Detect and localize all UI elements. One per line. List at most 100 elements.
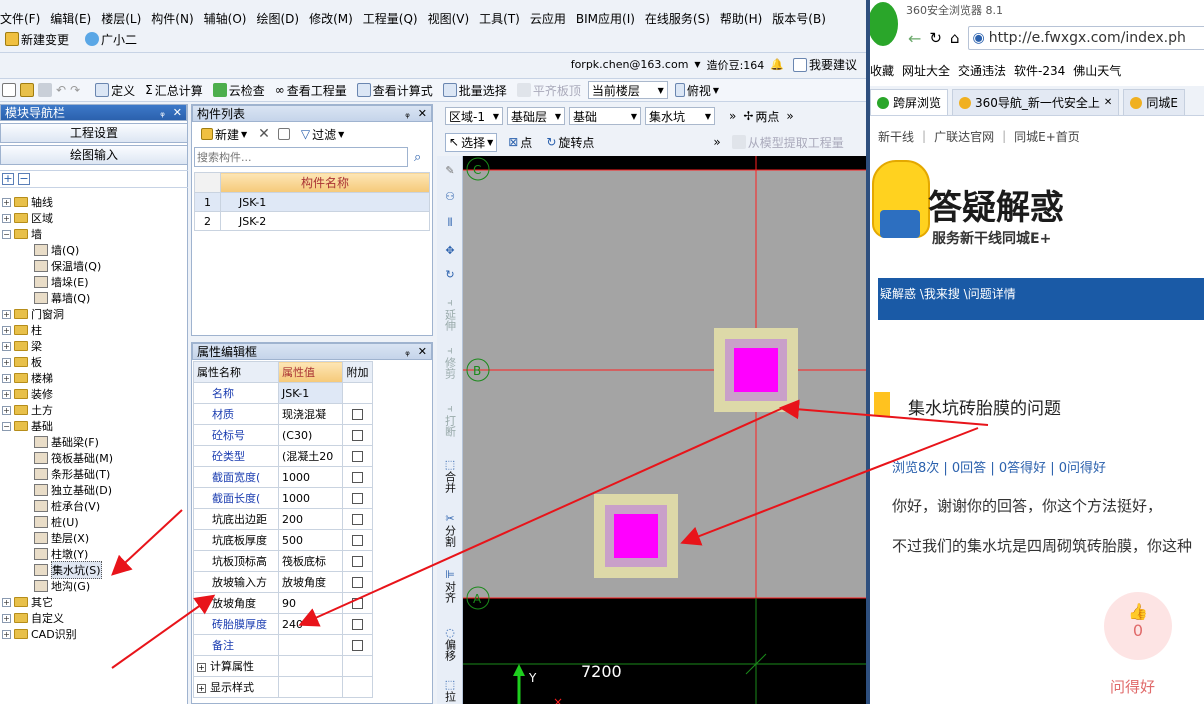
property-value[interactable]: 200 [278, 508, 343, 530]
extra-checkbox[interactable] [352, 451, 363, 462]
property-value[interactable] [278, 655, 343, 677]
collapse-all-icon[interactable]: − [18, 173, 30, 185]
nav-tree-item[interactable]: + 门窗洞 [2, 306, 64, 322]
menu-item[interactable]: 构件(N) [151, 10, 193, 27]
nav-tree-item[interactable]: 地沟(G) [34, 578, 90, 594]
property-value[interactable]: (C30) [278, 424, 343, 446]
cloud-check-button[interactable]: 云检查 [210, 82, 268, 99]
close-icon[interactable]: ✕ [173, 106, 182, 119]
extra-checkbox[interactable] [352, 514, 363, 525]
nav-tree-item[interactable]: 独立基础(D) [34, 482, 112, 498]
extra-checkbox[interactable] [352, 619, 363, 630]
nav-tree-item[interactable]: − 墙 [2, 226, 42, 242]
property-row[interactable]: 材质 现浇混凝 [193, 403, 373, 425]
expand-icon[interactable]: + [2, 405, 11, 415]
nav-tree-item[interactable]: 垫层(X) [34, 530, 89, 546]
property-value[interactable]: 500 [278, 529, 343, 551]
nav-tree-item[interactable]: 桩(U) [34, 514, 79, 530]
menu-item[interactable]: 文件(F) [0, 10, 40, 27]
pin-icon[interactable]: ᵩ [160, 106, 165, 119]
pin-icon[interactable]: ᵩ [405, 345, 410, 358]
property-value[interactable]: (混凝土20 [278, 445, 343, 467]
pin-icon[interactable]: ᵩ [405, 107, 410, 120]
account-email[interactable]: forpk.chen@163.com [571, 58, 689, 71]
extra-checkbox[interactable] [352, 577, 363, 588]
assistant-button[interactable]: 广小二 [82, 31, 140, 48]
expand-icon[interactable]: + [2, 597, 11, 607]
two-points-button[interactable]: ✢ 两点 [740, 108, 782, 125]
mirror-icon[interactable]: ⫴ [440, 216, 460, 229]
bell-icon[interactable]: 🔔 [770, 58, 784, 71]
nav-tree-item[interactable]: 条形基础(T) [34, 466, 110, 482]
search-icon[interactable]: ⌕ [414, 150, 421, 165]
rotate-point-button[interactable]: ↻ 旋转点 [543, 134, 597, 151]
expand-icon[interactable]: + [2, 389, 11, 399]
menu-item[interactable]: BIM应用(I) [576, 10, 635, 27]
nav-tree-item[interactable]: 墙(Q) [34, 242, 79, 258]
browser-tab[interactable]: 跨屏浏览 [870, 89, 949, 115]
nav-tree-item[interactable]: 集水坑(S) [34, 561, 102, 579]
nav-tree-item[interactable]: + 柱 [2, 322, 42, 338]
pencil-icon[interactable]: ✎ [440, 164, 460, 177]
site-nav-link[interactable]: 新干线 [878, 128, 914, 145]
browser-tab[interactable]: 同城E [1123, 89, 1185, 115]
property-value[interactable]: 90 [278, 592, 343, 614]
table-row[interactable]: 2 JSK-2 [194, 211, 430, 231]
close-icon[interactable]: ✕ [418, 345, 427, 358]
expand-icon[interactable]: + [2, 341, 11, 351]
favorite-item[interactable]: 佛山天气 [1073, 62, 1121, 79]
extract-quantity-button[interactable]: 从模型提取工程量 [729, 134, 847, 151]
property-row[interactable]: 名称 JSK-1 [193, 382, 373, 404]
floor-select[interactable]: 当前楼层 ▼ [587, 81, 668, 99]
new-file-icon[interactable] [2, 83, 16, 97]
break-button[interactable]: ⫞ 打断 [440, 402, 460, 440]
property-value[interactable]: JSK-1 [278, 382, 343, 404]
property-row[interactable]: 放坡输入方 放坡角度 [193, 571, 373, 593]
extra-checkbox[interactable] [352, 430, 363, 441]
canvas-svg[interactable]: C B A 7200 Y × [463, 156, 866, 704]
expand-all-icon[interactable]: + [2, 173, 14, 185]
extra-checkbox[interactable] [352, 598, 363, 609]
more-icon[interactable]: » [713, 135, 720, 149]
expand-icon[interactable]: + [2, 373, 11, 383]
url-input[interactable]: ◉ http://e.fwxgx.com/index.ph [967, 26, 1204, 50]
delete-icon[interactable]: ✕ [258, 126, 270, 142]
property-value[interactable]: 筏板底标 [278, 550, 343, 572]
collapse-icon[interactable]: − [2, 421, 11, 431]
property-value[interactable]: 1000 [278, 466, 343, 488]
extra-checkbox[interactable] [352, 493, 363, 504]
nav-tree-item[interactable]: 桩承台(V) [34, 498, 100, 514]
menu-item[interactable]: 辅轴(O) [204, 10, 247, 27]
property-row[interactable]: 砼类型 (混凝土20 [193, 445, 373, 467]
table-row[interactable]: 1 JSK-1 [194, 192, 430, 212]
browser-tab[interactable]: 360导航_新一代安全上 ✕ [952, 89, 1120, 115]
property-row[interactable]: 备注 [193, 634, 373, 656]
menu-item[interactable]: 版本号(B) [772, 10, 826, 27]
open-folder-icon[interactable] [20, 83, 34, 97]
extra-checkbox[interactable] [352, 535, 363, 546]
favorite-item[interactable]: 收藏 [870, 62, 894, 79]
expand-icon[interactable]: + [197, 663, 206, 672]
close-icon[interactable]: ✕ [418, 107, 427, 120]
menu-item[interactable]: 云应用 [530, 10, 566, 27]
merge-button[interactable]: ⬚ 合并 [440, 458, 460, 496]
extra-checkbox[interactable] [352, 556, 363, 567]
menu-item[interactable]: 绘图(D) [256, 10, 299, 27]
menu-item[interactable]: 视图(V) [428, 10, 470, 27]
flush-top-button[interactable]: 平齐板顶 [514, 82, 584, 99]
align-button[interactable]: ⊫ 对齐 [440, 568, 460, 606]
nav-tree-item[interactable]: 筏板基础(M) [34, 450, 113, 466]
expand-icon[interactable]: + [2, 613, 11, 623]
property-row[interactable]: + 显示样式 [193, 676, 373, 698]
layer-select[interactable]: 基础层 ▼ [507, 107, 565, 125]
close-icon[interactable]: ✕ [1104, 97, 1112, 108]
extra-checkbox[interactable] [352, 409, 363, 420]
stretch-button[interactable]: ⬚ 拉 [440, 678, 460, 704]
property-row[interactable]: 砼标号 (C30) [193, 424, 373, 446]
expand-icon[interactable]: + [2, 197, 11, 207]
nav-tree-item[interactable]: + 区域 [2, 210, 53, 226]
expand-icon[interactable]: + [2, 325, 11, 335]
nav-tree-item[interactable]: + 板 [2, 354, 42, 370]
rotate-tool-icon[interactable]: ↻ [440, 268, 460, 281]
move-icon[interactable]: ✥ [440, 244, 460, 257]
